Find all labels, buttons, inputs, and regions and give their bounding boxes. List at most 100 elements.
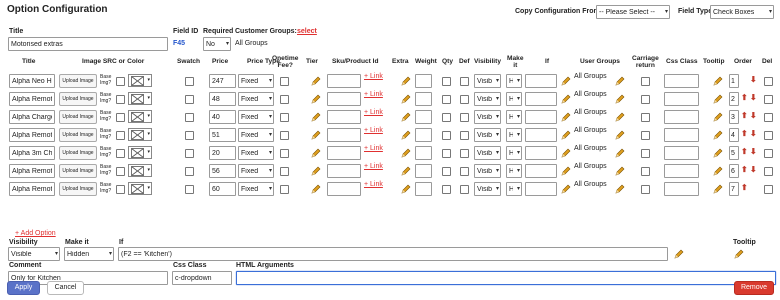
weight-input[interactable]: [415, 164, 432, 178]
color-picker[interactable]: ▾: [128, 128, 152, 141]
default-checkbox[interactable]: [460, 113, 469, 122]
user-groups-edit-icon[interactable]: [615, 148, 625, 158]
carriage-return-checkbox[interactable]: [641, 167, 650, 176]
swatch-checkbox[interactable]: [185, 131, 194, 140]
tooltip-edit-icon[interactable]: [713, 148, 723, 158]
visibility-select[interactable]: Visib ▾: [474, 182, 501, 196]
color-picker[interactable]: ▾: [128, 92, 152, 105]
tier-edit-icon[interactable]: [311, 112, 321, 122]
link-product[interactable]: + Link: [364, 181, 383, 188]
weight-input[interactable]: [415, 92, 432, 106]
if-input[interactable]: [118, 247, 668, 261]
copy-config-select[interactable]: -- Please Select -- ▾: [596, 5, 670, 19]
delete-checkbox[interactable]: [764, 95, 773, 104]
onetime-fee-checkbox[interactable]: [280, 113, 289, 122]
visibility-select[interactable]: Visible ▾: [8, 247, 60, 261]
visibility-select-dropdown[interactable]: Visib: [474, 92, 501, 106]
if-edit-icon[interactable]: [561, 148, 571, 158]
onetime-fee-checkbox[interactable]: [280, 95, 289, 104]
visibility-select-dropdown[interactable]: Visib: [474, 128, 501, 142]
color-picker[interactable]: ▾: [128, 164, 152, 177]
price-type-select[interactable]: Fixed ▾: [238, 74, 274, 88]
qty-checkbox[interactable]: [442, 149, 451, 158]
price-type-select[interactable]: Fixed ▾: [238, 128, 274, 142]
onetime-fee-checkbox[interactable]: [280, 77, 289, 86]
tier-edit-icon[interactable]: [311, 184, 321, 194]
user-groups-edit-icon[interactable]: [615, 184, 625, 194]
qty-checkbox[interactable]: [442, 131, 451, 140]
make-it-select[interactable]: H ▾: [506, 92, 522, 106]
extra-edit-icon[interactable]: [401, 112, 411, 122]
if-input[interactable]: [525, 182, 557, 196]
swatch-checkbox[interactable]: [185, 167, 194, 176]
link-product[interactable]: + Link: [364, 127, 383, 134]
order-input[interactable]: [729, 182, 739, 196]
qty-checkbox[interactable]: [442, 95, 451, 104]
price-type-select-dropdown[interactable]: Fixed: [238, 110, 274, 124]
css-class-input[interactable]: [172, 271, 232, 285]
move-up-icon[interactable]: ⬆: [741, 183, 748, 192]
css-class-input[interactable]: [664, 164, 699, 178]
weight-input[interactable]: [415, 182, 432, 196]
make-it-select[interactable]: Hidden ▾: [64, 247, 114, 261]
edit-pencil-icon[interactable]: [734, 249, 744, 259]
tooltip-edit-icon[interactable]: [713, 76, 723, 86]
if-edit-icon[interactable]: [561, 184, 571, 194]
make-it-select-dropdown[interactable]: H: [506, 128, 522, 142]
upload-image-button[interactable]: Upload Image: [59, 128, 97, 142]
move-up-icon[interactable]: ⬆: [741, 129, 748, 138]
make-it-select-dropdown[interactable]: H: [506, 164, 522, 178]
edit-pencil-icon[interactable]: [674, 249, 684, 259]
carriage-return-checkbox[interactable]: [641, 113, 650, 122]
user-groups-edit-icon[interactable]: [615, 112, 625, 122]
visibility-select[interactable]: Visib ▾: [474, 128, 501, 142]
copy-config-dropdown[interactable]: -- Please Select --: [596, 5, 670, 19]
base-img-checkbox[interactable]: [116, 149, 125, 158]
if-edit-icon[interactable]: [561, 94, 571, 104]
move-up-icon[interactable]: ⬆: [741, 165, 748, 174]
if-edit-icon[interactable]: [561, 112, 571, 122]
sku-input[interactable]: [327, 110, 361, 124]
price-type-select[interactable]: Fixed ▾: [238, 110, 274, 124]
color-picker[interactable]: ▾: [128, 182, 152, 195]
tier-edit-icon[interactable]: [311, 166, 321, 176]
default-checkbox[interactable]: [460, 149, 469, 158]
move-up-icon[interactable]: ⬆: [741, 111, 748, 120]
make-it-dropdown[interactable]: Hidden: [64, 247, 114, 261]
weight-input[interactable]: [415, 110, 432, 124]
row-title-input[interactable]: [9, 128, 55, 142]
price-type-select-dropdown[interactable]: Fixed: [238, 74, 274, 88]
default-checkbox[interactable]: [460, 185, 469, 194]
title-input[interactable]: [8, 37, 168, 51]
if-edit-icon[interactable]: [561, 130, 571, 140]
upload-image-button[interactable]: Upload Image: [59, 74, 97, 88]
if-edit-icon[interactable]: [561, 166, 571, 176]
qty-checkbox[interactable]: [442, 77, 451, 86]
upload-image-button[interactable]: Upload Image: [59, 110, 97, 124]
user-groups-edit-icon[interactable]: [615, 130, 625, 140]
upload-image-button[interactable]: Upload Image: [59, 146, 97, 160]
price-input[interactable]: [209, 74, 236, 88]
delete-checkbox[interactable]: [764, 77, 773, 86]
color-picker[interactable]: ▾: [128, 74, 152, 87]
make-it-select[interactable]: H ▾: [506, 164, 522, 178]
carriage-return-checkbox[interactable]: [641, 77, 650, 86]
link-product[interactable]: + Link: [364, 163, 383, 170]
tooltip-edit-icon[interactable]: [713, 166, 723, 176]
qty-checkbox[interactable]: [442, 185, 451, 194]
customer-groups-select-link[interactable]: select: [297, 28, 317, 35]
required-select[interactable]: No ▾: [203, 37, 231, 51]
row-title-input[interactable]: [9, 182, 55, 196]
move-down-icon[interactable]: ⬇: [750, 147, 757, 156]
default-checkbox[interactable]: [460, 77, 469, 86]
default-checkbox[interactable]: [460, 131, 469, 140]
price-input[interactable]: [209, 92, 236, 106]
field-type-dropdown[interactable]: Check Boxes: [710, 5, 774, 19]
carriage-return-checkbox[interactable]: [641, 131, 650, 140]
move-down-icon[interactable]: ⬇: [750, 165, 757, 174]
visibility-dropdown[interactable]: Visible: [8, 247, 60, 261]
user-groups-edit-icon[interactable]: [615, 76, 625, 86]
tier-edit-icon[interactable]: [311, 94, 321, 104]
swatch-checkbox[interactable]: [185, 113, 194, 122]
css-class-input[interactable]: [664, 92, 699, 106]
